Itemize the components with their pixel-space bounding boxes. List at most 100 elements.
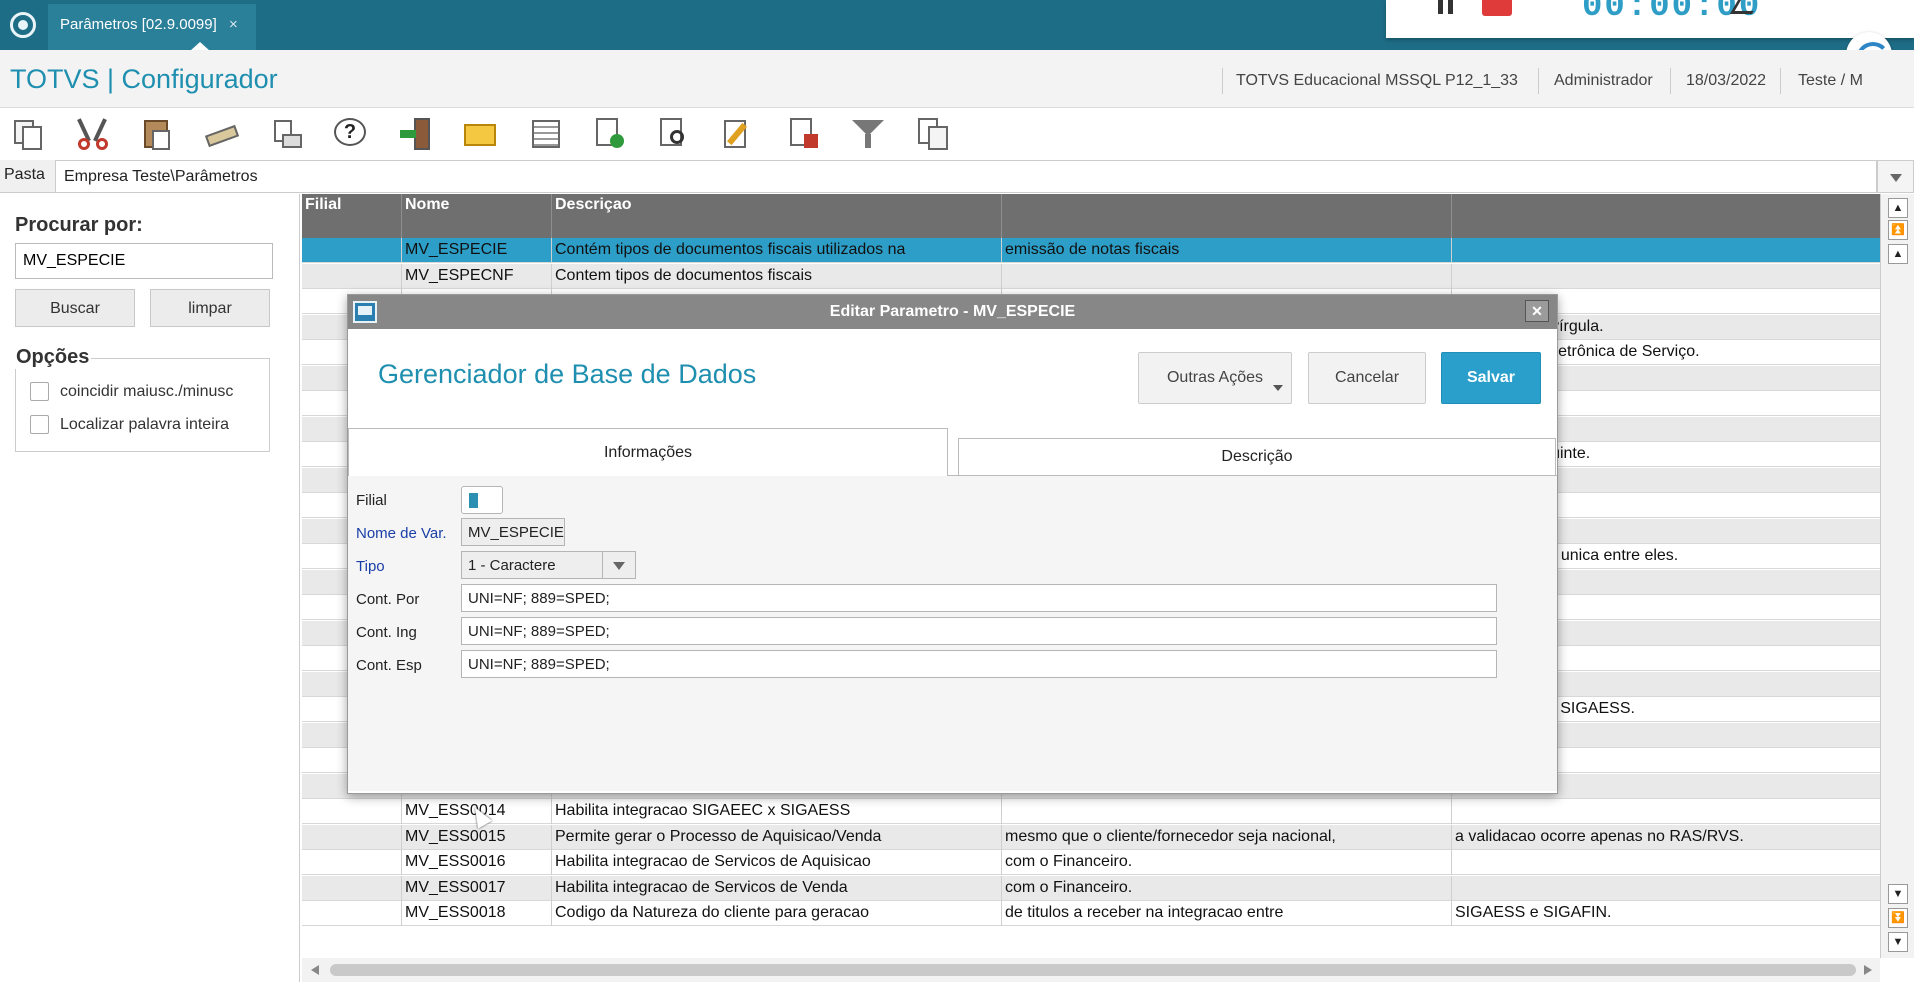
chevron-down-icon[interactable] xyxy=(1877,160,1914,193)
table-cell-d1: Habilita integracao SIGAEEC x SIGAESS xyxy=(555,802,851,819)
cont-por-field[interactable]: UNI=NF; 889=SPED; xyxy=(461,584,1497,612)
edit-parameter-dialog: Editar Parametro - MV_ESPECIE ✕ Gerencia… xyxy=(347,294,1558,794)
header-divider xyxy=(1780,68,1781,94)
col-divider xyxy=(1451,194,1452,238)
export-icon[interactable] xyxy=(914,116,950,152)
cell-divider xyxy=(401,799,402,824)
grid-header: Filial Nome Descriçao xyxy=(302,194,1880,238)
table-cell-d3: SIGAESS e SIGAFIN. xyxy=(1455,904,1612,921)
search-input[interactable] xyxy=(15,243,273,279)
tab-descricao-label: Descrição xyxy=(1221,448,1293,465)
cont-esp-field[interactable]: UNI=NF; 889=SPED; xyxy=(461,650,1497,678)
filter-icon[interactable] xyxy=(850,116,886,152)
tab-title: Parâmetros [02.9.0099] xyxy=(60,16,217,33)
tab-descricao[interactable]: Descrição xyxy=(958,438,1556,476)
scroll-bottom-icon[interactable]: ▼ xyxy=(1888,932,1908,952)
user-label: Administrador xyxy=(1554,72,1653,89)
chevron-down-icon[interactable] xyxy=(602,552,635,578)
print-icon[interactable] xyxy=(268,116,304,152)
scroll-page-up-icon[interactable]: ⏫ xyxy=(1888,220,1908,240)
cell-divider xyxy=(551,901,552,926)
whole-word-checkbox[interactable] xyxy=(30,415,49,434)
search-title: Procurar por: xyxy=(15,214,143,236)
folder-select[interactable]: Empresa Teste\Parâmetros xyxy=(55,160,1877,193)
search-panel: Procurar por: Buscar limpar coincidir ma… xyxy=(0,194,300,982)
cell-divider xyxy=(1001,875,1002,901)
cut-icon[interactable] xyxy=(76,116,112,152)
eraser-icon[interactable] xyxy=(204,116,240,152)
horizontal-scroll-thumb[interactable] xyxy=(330,964,1856,976)
col-descricao[interactable]: Descriçao xyxy=(555,196,632,214)
toolbar: ? xyxy=(0,108,1914,160)
col-divider xyxy=(401,194,402,238)
search-icon[interactable] xyxy=(656,116,692,152)
cell-divider xyxy=(1451,263,1452,289)
close-icon[interactable]: ✕ xyxy=(1525,300,1549,322)
cell-divider xyxy=(1451,901,1452,926)
scroll-top-icon[interactable]: ▲ xyxy=(1888,198,1908,218)
table-row[interactable]: MV_ESPECNF Contem tipos de documentos fis… xyxy=(302,263,1880,289)
cont-ing-label: Cont. Ing xyxy=(356,624,417,641)
tab-close-icon[interactable]: × xyxy=(229,16,238,33)
vertical-scrollbar[interactable]: ▲ ⏫ ▲ ▼ ⏬ ▼ xyxy=(1880,194,1914,958)
help-icon[interactable]: ? xyxy=(332,116,368,152)
recording-toolbar: 00:00:00 xyxy=(1386,0,1914,38)
col-filial[interactable]: Filial xyxy=(305,196,341,214)
table-row[interactable]: MV_ESS0016 Habilita integracao de Servico… xyxy=(302,850,1880,875)
cell-divider xyxy=(1451,799,1452,824)
header-divider xyxy=(1538,68,1539,94)
col-nome[interactable]: Nome xyxy=(405,196,449,214)
delete-icon[interactable] xyxy=(786,116,822,152)
scroll-page-down-icon[interactable]: ⏬ xyxy=(1888,908,1908,928)
outras-acoes-button[interactable]: Outras Ações xyxy=(1138,352,1292,404)
totvs-logo-icon[interactable] xyxy=(10,12,36,38)
limpar-button[interactable]: limpar xyxy=(150,289,270,327)
tipo-select[interactable]: 1 - Caractere xyxy=(461,551,636,579)
scroll-up-icon[interactable]: ▲ xyxy=(1888,244,1908,264)
add-icon[interactable] xyxy=(592,116,628,152)
table-cell-d2: com o Financeiro. xyxy=(1005,853,1133,870)
edit-icon[interactable] xyxy=(720,116,756,152)
scroll-left-icon[interactable] xyxy=(311,965,319,975)
save-button[interactable]: Salvar xyxy=(1441,352,1541,404)
cont-esp-label: Cont. Esp xyxy=(356,657,422,674)
filial-field[interactable] xyxy=(461,486,503,514)
company-label: Teste / M xyxy=(1798,72,1863,89)
table-row[interactable]: MV_ESS0015 Permite gerar o Processo de Aq… xyxy=(302,824,1880,850)
cont-ing-field[interactable]: UNI=NF; 889=SPED; xyxy=(461,617,1497,645)
table-row[interactable]: MV_ESS0018 Codigo da Natureza do cliente … xyxy=(302,901,1880,926)
tab-parametros[interactable]: Parâmetros [02.9.0099] × xyxy=(48,4,256,51)
stop-icon[interactable] xyxy=(1482,0,1512,16)
exit-icon[interactable] xyxy=(398,116,434,152)
cell-divider xyxy=(1451,238,1452,263)
scroll-down-icon[interactable]: ▼ xyxy=(1888,884,1908,904)
table-row[interactable]: MV_ESPECIE Contém tipos de documentos fis… xyxy=(302,238,1880,263)
tipo-label: Tipo xyxy=(356,558,385,575)
buscar-button[interactable]: Buscar xyxy=(15,289,135,327)
dialog-titlebar: Editar Parametro - MV_ESPECIE ✕ xyxy=(348,295,1557,329)
tab-informacoes[interactable]: Informações xyxy=(348,428,948,476)
list-icon[interactable] xyxy=(528,116,564,152)
table-cell-nome: MV_ESS0016 xyxy=(405,853,506,870)
cell-divider xyxy=(551,850,552,875)
table-row[interactable]: MV_ESS0017 Habilita integracao de Servico… xyxy=(302,875,1880,901)
tipo-value: 1 - Caractere xyxy=(468,557,556,574)
copy-icon[interactable] xyxy=(10,116,46,152)
horizontal-scrollbar[interactable] xyxy=(302,958,1880,982)
match-case-checkbox[interactable] xyxy=(30,382,49,401)
table-row[interactable]: MV_ESS0014 Habilita integracao SIGAEEC x … xyxy=(302,799,1880,824)
dialog-heading: Gerenciador de Base de Dados xyxy=(378,359,757,389)
table-cell-nome: MV_ESS0018 xyxy=(405,904,506,921)
nome-var-field[interactable]: MV_ESPECIE xyxy=(461,518,565,546)
paste-icon[interactable] xyxy=(140,116,176,152)
col-divider xyxy=(1001,194,1002,238)
cancel-button[interactable]: Cancelar xyxy=(1308,352,1426,404)
cell-divider xyxy=(551,799,552,824)
folder-icon[interactable] xyxy=(462,116,498,152)
cell-divider xyxy=(1001,263,1002,289)
cell-divider xyxy=(401,263,402,289)
nome-var-label: Nome de Var. xyxy=(356,525,447,542)
chevron-down-icon xyxy=(1273,385,1283,391)
pause-icon[interactable] xyxy=(1438,0,1456,14)
scroll-right-icon[interactable] xyxy=(1864,965,1872,975)
